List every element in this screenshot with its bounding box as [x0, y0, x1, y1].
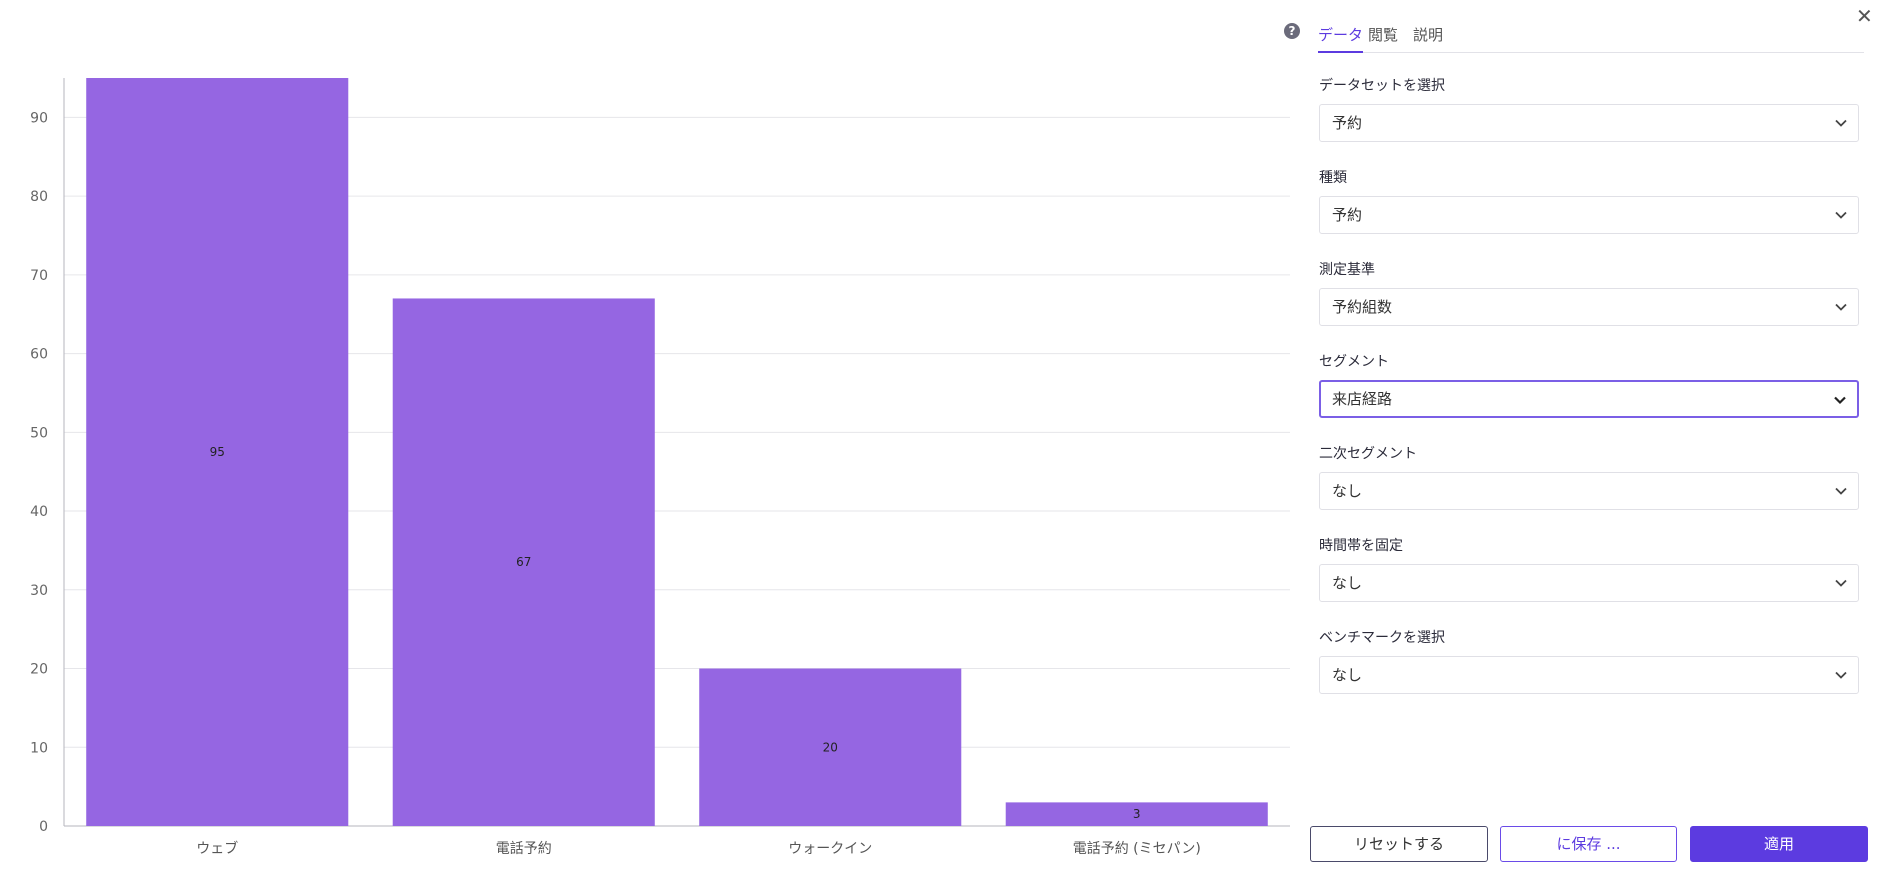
fixed-timeslot-field: 時間帯を固定 なし [1319, 536, 1859, 602]
select-value: 予約組数 [1332, 298, 1393, 316]
y-tick-label: 70 [30, 268, 48, 284]
dataset-field: データセットを選択 予約 [1319, 76, 1859, 142]
metric-select[interactable]: 予約組数 [1319, 288, 1859, 326]
select-value: なし [1332, 482, 1363, 500]
select-value: なし [1332, 666, 1363, 684]
y-tick-label: 40 [30, 504, 48, 520]
y-tick-label: 60 [30, 347, 48, 363]
field-label: ベンチマークを選択 [1319, 630, 1445, 646]
field-label: 時間帯を固定 [1319, 538, 1403, 554]
y-tick-label: 10 [30, 740, 48, 756]
question-circle-icon[interactable]: ? [1284, 23, 1300, 39]
type-select[interactable]: 予約 [1319, 196, 1859, 234]
benchmark-field: ベンチマークを選択 なし [1319, 628, 1859, 694]
x-category-label: 電話予約 [496, 840, 552, 857]
bar-value-label: 3 [1133, 807, 1141, 821]
chevron-down-icon [1835, 119, 1847, 127]
field-label: 測定基準 [1319, 262, 1375, 278]
select-value: なし [1332, 574, 1363, 592]
secondary-segment-field: 二次セグメント なし [1319, 444, 1859, 510]
select-value: 予約 [1332, 206, 1363, 224]
chevron-down-icon [1834, 396, 1846, 405]
field-label: データセットを選択 [1319, 78, 1445, 94]
y-tick-label: 0 [39, 819, 48, 835]
select-value: 来店経路 [1332, 390, 1393, 408]
tab-view[interactable]: 閲覧 [1368, 24, 1398, 51]
y-tick-label: 80 [30, 189, 48, 205]
y-tick-label: 90 [30, 110, 48, 126]
secondary-segment-select[interactable]: なし [1319, 472, 1859, 510]
save-as-button[interactable]: に保存 ... [1500, 826, 1677, 862]
chevron-down-icon [1835, 303, 1847, 311]
chevron-down-icon [1835, 487, 1847, 495]
chart-svg: 0 10 20 30 40 50 60 70 80 90 95 ウェブ 67 電話予約 20 ウォークイン 3 電… [30, 78, 1290, 857]
metric-field: 測定基準 予約組数 [1319, 260, 1859, 326]
reset-button[interactable]: リセットする [1310, 826, 1488, 862]
chevron-down-icon [1835, 579, 1847, 587]
apply-button[interactable]: 適用 [1690, 826, 1868, 862]
bar-value-label: 95 [210, 445, 225, 459]
panel-tabs: データ 閲覧 説明 [1318, 22, 1864, 53]
dataset-select[interactable]: 予約 [1319, 104, 1859, 142]
bar-value-label: 67 [516, 555, 531, 569]
chevron-down-icon [1835, 211, 1847, 219]
chevron-down-icon [1835, 671, 1847, 679]
y-tick-label: 50 [30, 425, 48, 441]
segment-field: セグメント 来店経路 [1319, 352, 1859, 418]
x-category-label: ウェブ [196, 840, 238, 857]
field-label: セグメント [1319, 354, 1389, 370]
bar-value-label: 20 [823, 740, 838, 754]
x-category-label: ウォークイン [788, 841, 872, 857]
benchmark-select[interactable]: なし [1319, 656, 1859, 694]
type-field: 種類 予約 [1319, 168, 1859, 234]
y-tick-label: 30 [30, 583, 48, 599]
select-value: 予約 [1332, 114, 1363, 132]
field-label: 種類 [1319, 170, 1347, 186]
bar-chart: 0 10 20 30 40 50 60 70 80 90 95 ウェブ 67 電話予約 20 ウォークイン 3 電… [0, 0, 1310, 878]
tab-description[interactable]: 説明 [1413, 24, 1443, 51]
x-category-label: 電話予約 (ミセパン) [1073, 840, 1201, 857]
y-tick-label: 20 [30, 662, 48, 678]
fixed-timeslot-select[interactable]: なし [1319, 564, 1859, 602]
segment-select[interactable]: 来店経路 [1319, 380, 1859, 418]
tab-data[interactable]: データ [1318, 24, 1364, 53]
field-label: 二次セグメント [1319, 446, 1417, 462]
